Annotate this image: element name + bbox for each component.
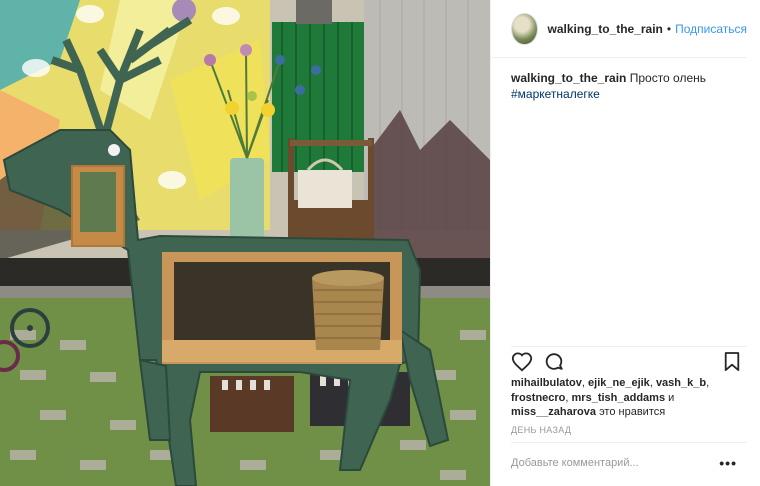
post-username[interactable]: walking_to_the_rain (548, 22, 663, 36)
heart-icon[interactable] (511, 351, 533, 373)
liker-name[interactable]: ejik_ne_ejik (588, 377, 650, 389)
liker-name[interactable]: mihailbulatov (511, 377, 582, 389)
liker-name[interactable]: frostnecro (511, 392, 565, 404)
caption-text: Просто олень (629, 71, 707, 85)
post-header: walking_to_the_rain • Подписаться (491, 0, 747, 58)
likes-and-word: и (668, 391, 675, 404)
liker-name[interactable]: vash_k_b (656, 377, 706, 389)
header-separator: • (666, 21, 672, 36)
caption-hashtag[interactable]: #маркетналегке (511, 86, 743, 102)
post-timestamp[interactable]: ДЕНЬ НАЗАД (511, 425, 571, 435)
comment-input[interactable] (511, 457, 711, 469)
action-bar (511, 346, 747, 373)
bookmark-icon[interactable] (723, 351, 741, 373)
comment-icon[interactable] (543, 351, 565, 373)
post-caption: walking_to_the_rain Просто олень #маркет… (511, 70, 743, 102)
post-photo[interactable] (0, 0, 490, 486)
liker-name[interactable]: miss__zaharova (511, 406, 596, 418)
follow-button[interactable]: Подписаться (675, 22, 747, 36)
post-sidebar: walking_to_the_rain • Подписаться walkin… (490, 0, 760, 486)
comment-bar: ••• (511, 442, 747, 486)
likes-summary: mihailbulatov, ejik_ne_ejik, vash_k_b, f… (511, 377, 710, 418)
liker-name[interactable]: mrs_tish_addams (572, 392, 666, 404)
caption-username[interactable]: walking_to_the_rain (511, 71, 626, 85)
avatar[interactable] (511, 12, 538, 45)
deer-shelf-photo (0, 0, 490, 486)
more-options-button[interactable]: ••• (719, 455, 737, 471)
likes-suffix: это нравится (599, 406, 666, 418)
